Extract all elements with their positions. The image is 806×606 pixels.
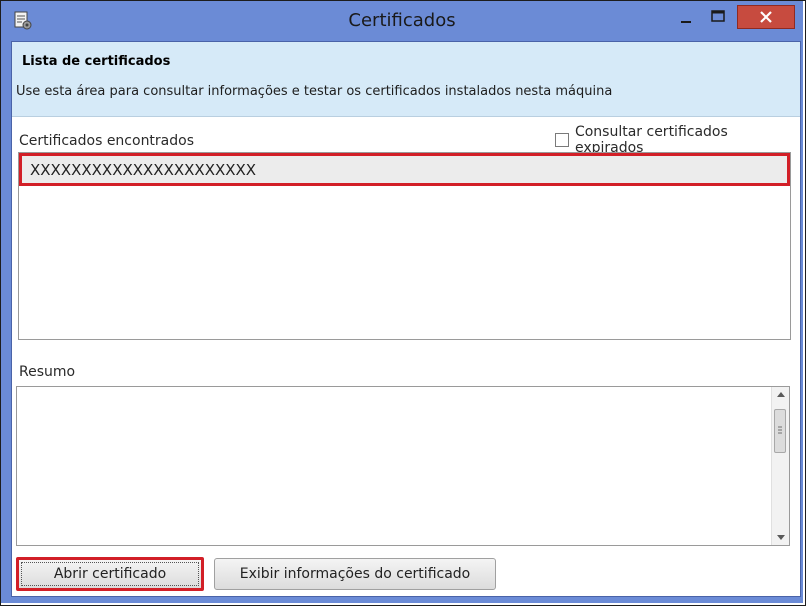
close-icon — [760, 11, 772, 23]
grip-icon — [778, 426, 782, 434]
summary-label: Resumo — [19, 364, 76, 380]
certificate-app-icon[interactable] — [13, 11, 33, 31]
certificates-found-label: Certificados encontrados — [19, 133, 195, 149]
maximize-button[interactable] — [703, 3, 733, 29]
show-certificate-info-button[interactable]: Exibir informações do certificado — [214, 558, 496, 590]
minimize-icon — [681, 21, 691, 23]
dialog-content: Lista de certificados Use esta área para… — [11, 41, 801, 597]
maximize-icon — [711, 10, 725, 22]
show-certificate-info-label: Exibir informações do certificado — [239, 566, 471, 582]
header-description: Use esta área para consultar informações… — [16, 84, 613, 99]
header-band: Lista de certificados Use esta área para… — [12, 42, 800, 117]
summary-scrollbar[interactable] — [771, 387, 789, 545]
open-certificate-button[interactable]: Abrir certificado — [16, 557, 204, 591]
focus-indicator — [21, 562, 199, 586]
window-frame: Certificados Lista de certificados Use e… — [1, 1, 803, 603]
certificate-list-item[interactable]: XXXXXXXXXXXXXXXXXXXXXX — [19, 153, 790, 186]
chevron-down-icon — [776, 535, 785, 540]
checkbox-box[interactable] — [555, 133, 569, 147]
scroll-up-button[interactable] — [772, 387, 789, 403]
expired-certificates-checkbox[interactable]: Consultar certificados expirados — [555, 124, 800, 156]
close-button[interactable] — [737, 5, 795, 29]
header-title: Lista de certificados — [22, 54, 171, 69]
scroll-down-button[interactable] — [772, 529, 789, 545]
scroll-thumb[interactable] — [774, 409, 786, 453]
title-bar[interactable]: Certificados — [1, 1, 803, 41]
minimize-button[interactable] — [671, 3, 701, 29]
certificates-list[interactable]: XXXXXXXXXXXXXXXXXXXXXX — [18, 152, 791, 340]
chevron-up-icon — [776, 392, 785, 397]
summary-textbox[interactable] — [16, 386, 790, 546]
